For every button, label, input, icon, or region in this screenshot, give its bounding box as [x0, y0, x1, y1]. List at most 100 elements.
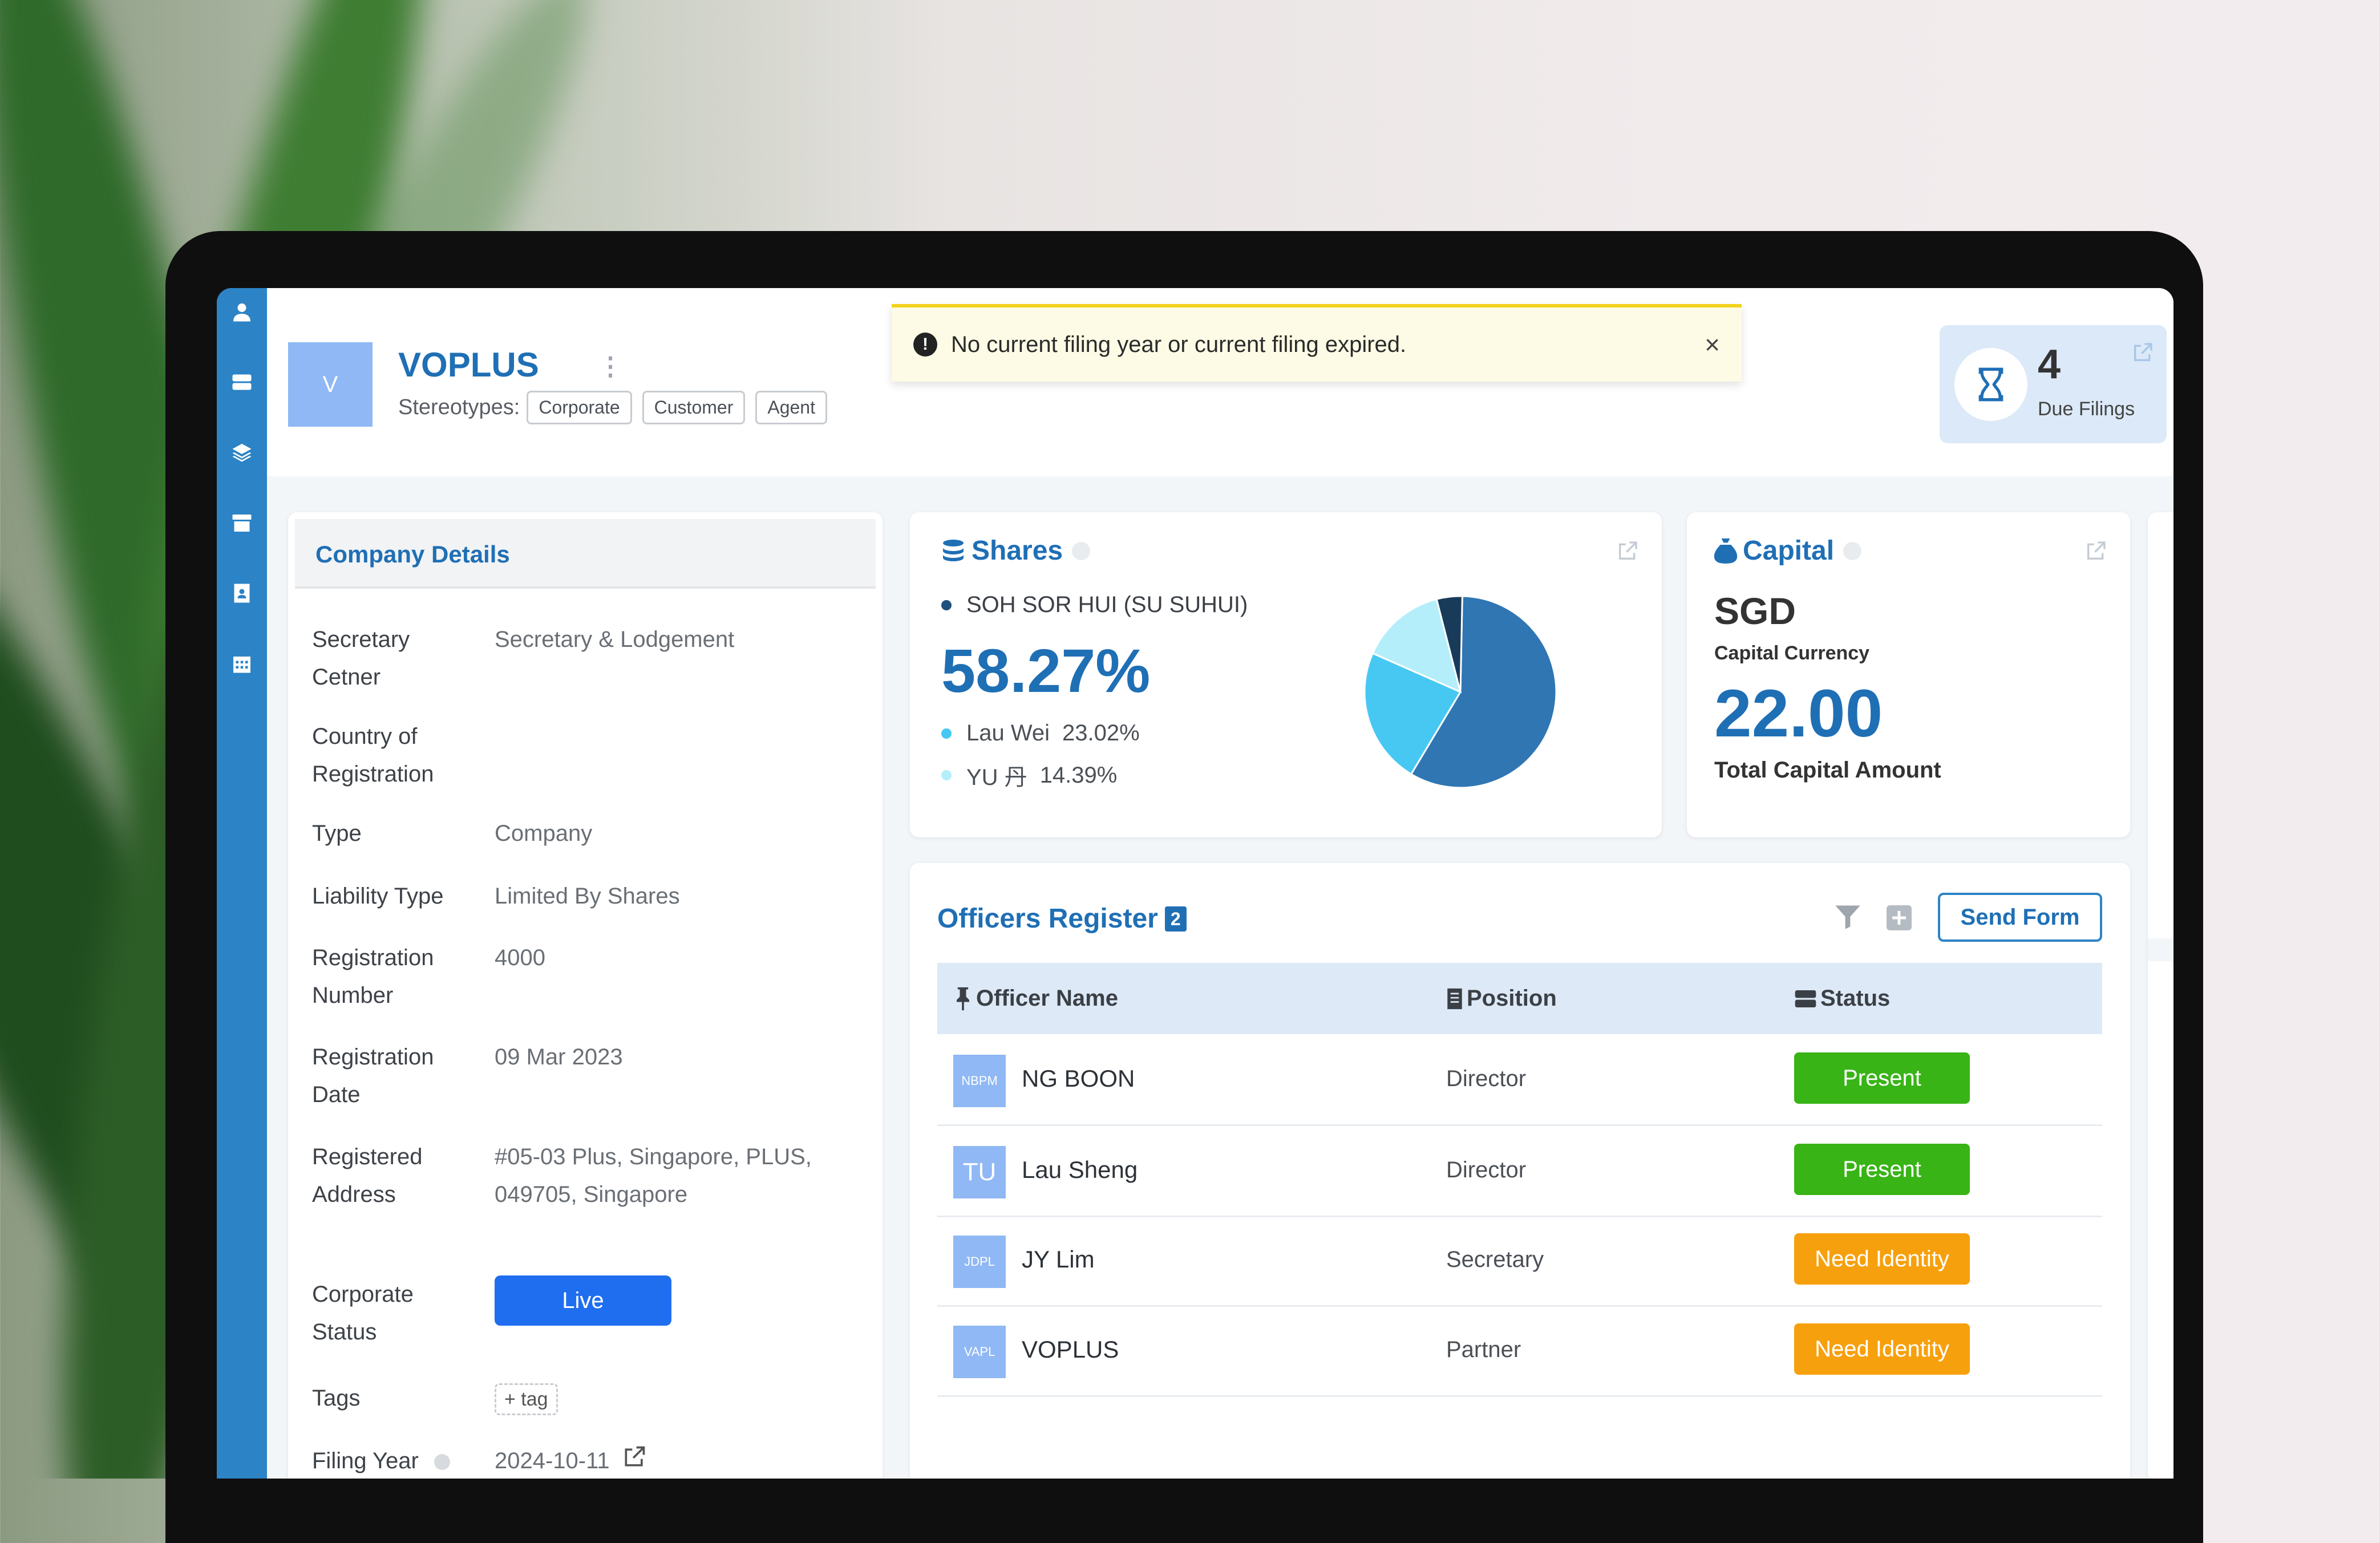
officer-name: JY Lim: [1022, 1246, 1095, 1273]
capital-amount: 22.00: [1714, 676, 1883, 751]
info-icon[interactable]: [434, 1454, 450, 1471]
external-link-icon[interactable]: [1616, 540, 1639, 565]
external-link-icon[interactable]: [2084, 540, 2107, 565]
server-icon: [1795, 990, 1816, 1007]
detail-key: Registration Date: [312, 1044, 434, 1107]
detail-key: Corporate Status: [312, 1282, 414, 1344]
table-row[interactable]: TU Lau Sheng Director Present: [937, 1125, 2102, 1217]
archive-icon[interactable]: [230, 512, 253, 534]
hourglass-icon: [1954, 348, 2027, 421]
top-shareholder-percent: 58.27%: [941, 636, 1151, 705]
layers-icon[interactable]: [230, 441, 253, 464]
add-officer-icon[interactable]: [1885, 904, 1913, 934]
send-form-button[interactable]: Send Form: [1938, 893, 2102, 942]
right-panel-edge: [2148, 512, 2173, 1479]
detail-value: + tag: [495, 1379, 814, 1417]
legend-dot: [941, 728, 952, 739]
capital-currency: SGD: [1714, 590, 1796, 632]
user-icon[interactable]: [230, 301, 253, 323]
detail-key: Filing Year: [312, 1442, 483, 1479]
column-label: Status: [1820, 986, 1891, 1011]
stereotype-tag[interactable]: Customer: [642, 391, 746, 424]
capital-header: Capital: [1713, 535, 1862, 566]
stereotypes-label: Stereotypes:: [398, 395, 520, 419]
shares-card: Shares SOH SOR HUI (SU SUHUI) 58.27% Lau…: [910, 512, 1662, 837]
server-icon[interactable]: [230, 371, 253, 394]
external-link-icon[interactable]: [622, 1443, 647, 1479]
detail-value: Live: [495, 1275, 814, 1326]
officers-title: Officers Register: [937, 904, 1158, 934]
officer-name: Lau Sheng: [1022, 1156, 1138, 1183]
officer-position: Secretary: [1446, 1247, 1544, 1272]
detail-key: Secretary Cetner: [312, 627, 410, 690]
detail-value: 4000: [495, 945, 545, 970]
live-status-button[interactable]: Live: [495, 1275, 671, 1326]
more-options-icon[interactable]: ⋮: [598, 352, 623, 381]
external-link-icon[interactable]: [2131, 341, 2154, 367]
detail-key: Country of Registration: [312, 724, 434, 787]
close-icon[interactable]: ×: [1705, 329, 1720, 360]
top-shareholder: SOH SOR HUI (SU SUHUI): [941, 592, 1248, 618]
contact-book-icon[interactable]: [230, 582, 253, 605]
capital-title: Capital: [1743, 536, 1835, 566]
column-label: Position: [1467, 986, 1557, 1011]
officers-table-header: Officer Name Position Status: [937, 963, 2102, 1034]
stereotype-tag[interactable]: Corporate: [527, 391, 632, 424]
capital-card: Capital SGD Capital Currency 22.00 Total…: [1687, 512, 2130, 837]
table-row[interactable]: JDPL JY Lim Secretary Need Identity: [937, 1215, 2102, 1307]
stereotype-tag[interactable]: Agent: [755, 391, 827, 424]
shareholder-name: Lau Wei: [966, 720, 1050, 746]
detail-key: Liability Type: [312, 884, 444, 909]
coins-icon: [943, 539, 964, 561]
shares-pie-chart[interactable]: [1361, 592, 1560, 792]
info-icon[interactable]: [1843, 541, 1862, 560]
detail-key: Type: [312, 821, 362, 846]
shares-title: Shares: [972, 536, 1063, 566]
column-officer-name[interactable]: Officer Name: [953, 986, 1118, 1011]
legend-dot: [941, 770, 952, 780]
shares-header: Shares: [940, 535, 1091, 566]
status-badge[interactable]: Present: [1794, 1144, 1970, 1195]
document-icon: [1447, 988, 1462, 1009]
shareholder-row: YU 丹 14.39%: [941, 759, 1117, 792]
status-badge[interactable]: Need Identity: [1794, 1323, 1970, 1375]
officers-header: Officers Register 2: [937, 903, 1187, 934]
detail-value: #05-03 Plus, Singapore, PLUS, 049705, Si…: [495, 1144, 812, 1207]
due-filings-widget[interactable]: 4 Due Filings: [1940, 325, 2167, 443]
officer-position: Director: [1446, 1066, 1527, 1091]
column-position[interactable]: Position: [1446, 986, 1557, 1011]
pin-icon: [957, 987, 969, 1010]
detail-key: Registered Address: [312, 1144, 423, 1207]
company-details-card: Company Details Secretary Cetner Secreta…: [288, 512, 883, 1479]
capital-amount-label: Total Capital Amount: [1714, 758, 1941, 783]
table-row[interactable]: VAPL VOPLUS Partner Need Identity: [937, 1305, 2102, 1397]
top-shareholder-name: SOH SOR HUI (SU SUHUI): [966, 592, 1248, 617]
filter-icon[interactable]: [1833, 902, 1863, 934]
filing-year-value: 2024-10-11: [495, 1448, 610, 1473]
calendar-icon[interactable]: [230, 652, 253, 675]
officer-position: Partner: [1446, 1337, 1521, 1362]
shareholder-name: YU 丹: [966, 765, 1027, 790]
add-tag-button[interactable]: + tag: [495, 1383, 558, 1415]
detail-key: Registration Number: [312, 945, 434, 1008]
money-bag-icon: [1714, 538, 1738, 564]
avatar: NBPM: [953, 1055, 1006, 1107]
alert-message: No current filing year or current filing…: [951, 331, 1407, 357]
officers-register-card: Officers Register 2 Send Form Officer Na…: [910, 863, 2130, 1479]
status-badge[interactable]: Present: [1794, 1052, 1970, 1104]
filing-year-label: Filing Year: [312, 1448, 419, 1473]
table-row[interactable]: NBPM NG BOON Director Present: [937, 1034, 2102, 1126]
status-badge[interactable]: Need Identity: [1794, 1233, 1970, 1285]
officer-name: VOPLUS: [1022, 1336, 1119, 1363]
avatar: VAPL: [953, 1326, 1006, 1378]
column-status[interactable]: Status: [1794, 986, 1890, 1011]
detail-value: 09 Mar 2023: [495, 1044, 623, 1070]
officer-position: Director: [1446, 1157, 1527, 1182]
info-icon[interactable]: [1072, 541, 1091, 560]
detail-value: Company: [495, 821, 593, 846]
officer-name: NG BOON: [1022, 1065, 1135, 1092]
avatar: JDPL: [953, 1236, 1006, 1288]
legend-dot: [941, 600, 952, 610]
column-label: Officer Name: [976, 986, 1118, 1011]
detail-value: Secretary & Lodgement: [495, 627, 735, 652]
